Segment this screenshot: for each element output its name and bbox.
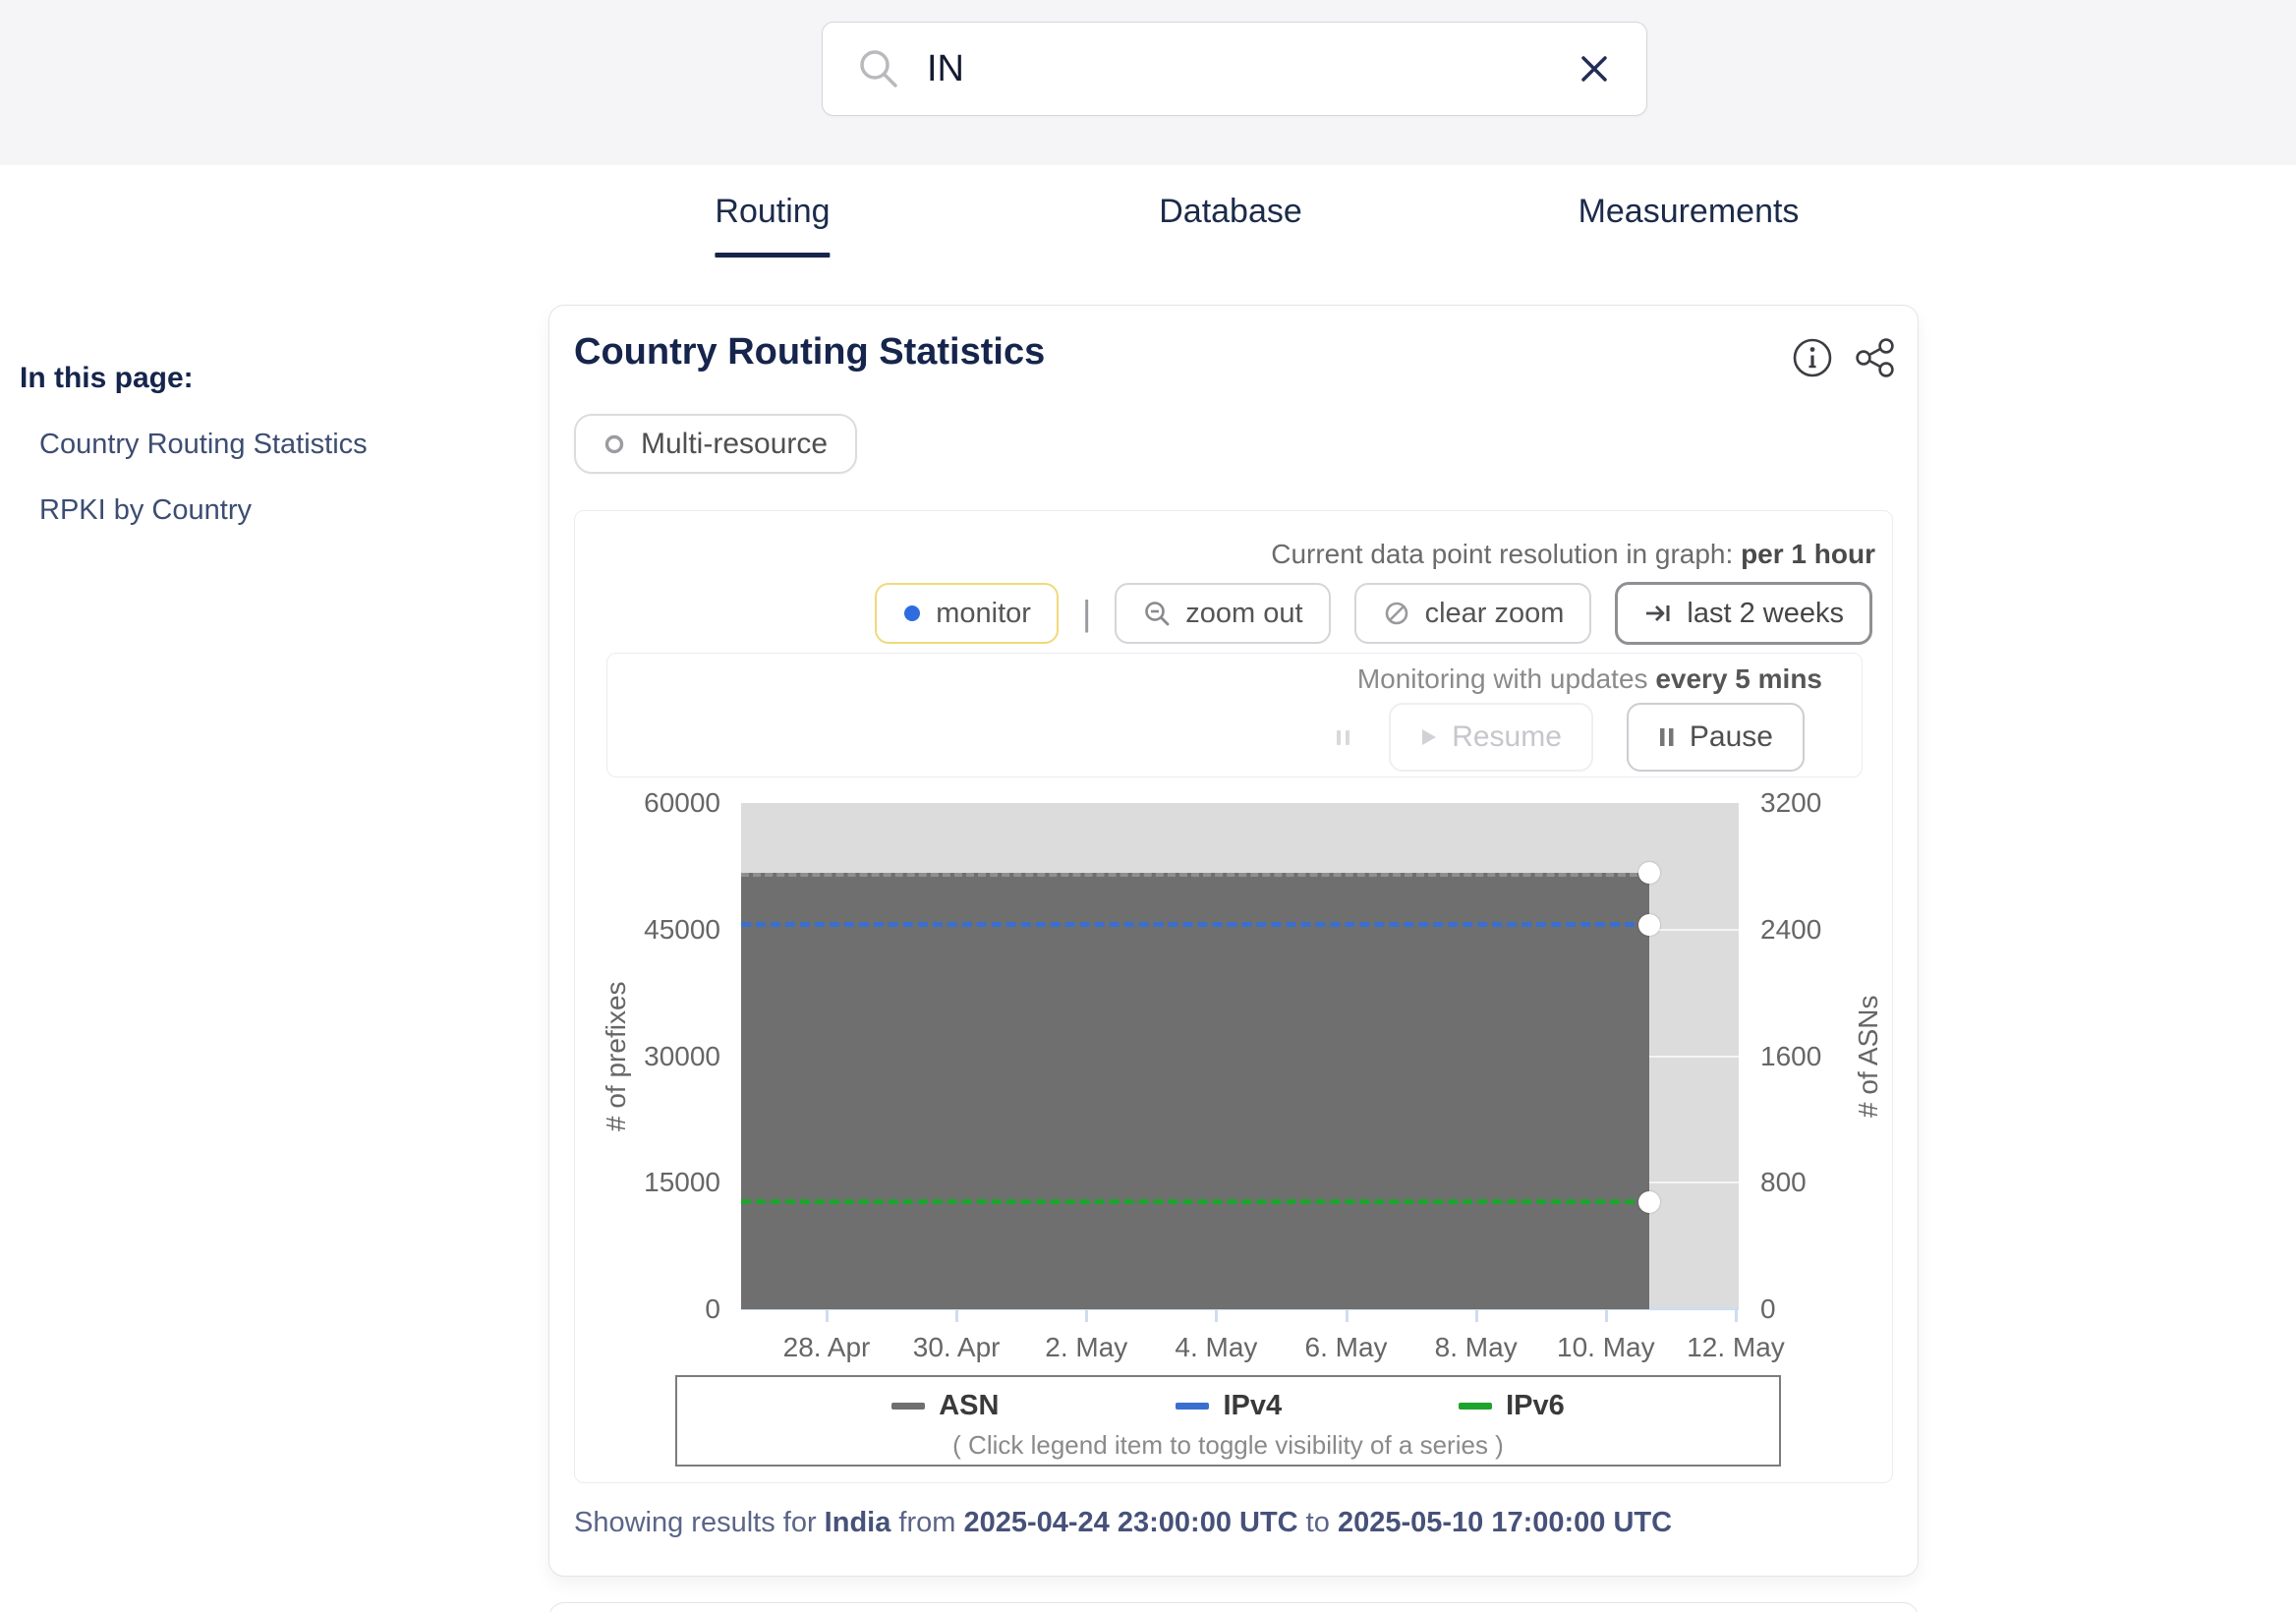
clear-search-icon[interactable] [1576,50,1613,87]
tab-routing-label: Routing [715,193,831,230]
monitoring-box: Monitoring with updates every 5 mins Res… [606,653,1863,777]
active-tab-underline [715,253,831,258]
top-bar: IN [0,0,2296,165]
x-tick [1474,1309,1478,1322]
resume-button[interactable]: Resume [1389,703,1593,772]
x-tick [1085,1309,1089,1322]
in-this-page-nav: In this page: Country Routing Statistics… [20,362,491,527]
legend-item-ipv6[interactable]: IPv6 [1459,1390,1565,1422]
asn-area [741,872,1649,1309]
tab-database[interactable]: Database [1159,193,1302,231]
arrow-to-end-icon [1646,605,1670,621]
ban-icon [1385,602,1407,625]
legend-swatch [891,1403,926,1410]
search-input[interactable]: IN [927,48,1576,90]
right-tick-label: 1600 [1760,1040,1822,1071]
left-tick-label: 45000 [644,913,720,945]
search-box[interactable]: IN [822,22,1647,116]
monitor-dot-icon [904,605,921,621]
x-tick [1734,1309,1738,1322]
last-2-weeks-button[interactable]: last 2 weeks [1615,582,1872,645]
page: IN Routing Database Measurements In this… [0,0,2296,1612]
mini-pause-icon [1337,729,1350,745]
monitoring-status: Monitoring with updates every 5 mins [1356,663,1822,694]
widget-title: Country Routing Statistics [574,331,1046,373]
multi-resource-label: Multi-resource [641,427,829,460]
search-icon [860,50,897,87]
country-routing-statistics-card: Country Routing Statistics Multi-resourc… [548,305,1919,1577]
ipv6-line [741,1198,1649,1204]
tab-measurements-label: Measurements [1578,193,1800,230]
widget-panel: Current data point resolution in graph: … [574,510,1893,1483]
legend-swatch [1459,1403,1493,1410]
pause-button[interactable]: Pause [1626,703,1805,772]
x-tick-label: 6. May [1304,1332,1388,1362]
legend-item-ipv4[interactable]: IPv4 [1176,1390,1282,1422]
resource-ring-icon [604,434,624,453]
ipv4-line [741,921,1649,927]
monitor-button[interactable]: monitor [875,583,1059,644]
sidebar-item-rpki-by-country[interactable]: RPKI by Country [20,494,491,527]
results-summary: Showing results for India from 2025-04-2… [574,1507,1673,1538]
clear-zoom-button[interactable]: clear zoom [1353,583,1592,644]
plot-area[interactable] [741,803,1739,1322]
tab-database-label: Database [1159,193,1302,230]
right-axis-ticks: 0 800 1600 2400 3200 [1760,787,1898,1324]
multi-resource-badge: Multi-resource [574,414,858,474]
x-tick [955,1309,959,1322]
x-tick-label: 12. May [1687,1332,1785,1362]
legend-label: IPv6 [1506,1390,1565,1421]
chart-legend: ASN IPv4 IPv6 ( Click legend item to toggl… [675,1375,1781,1467]
x-tick-label: 10. May [1557,1332,1655,1362]
zoom-out-icon [1145,602,1170,626]
toolbar-separator: | [1081,593,1092,633]
right-tick-label: 2400 [1760,913,1822,945]
x-tick-label: 28. Apr [782,1332,871,1362]
resolution-text: Current data point resolution in graph: … [1271,539,1875,569]
legend-label: ASN [939,1390,1000,1421]
in-this-page-heading: In this page: [20,362,194,394]
tab-routing[interactable]: Routing [715,193,831,258]
right-tick-label: 3200 [1760,787,1822,818]
sidebar-item-country-routing-statistics[interactable]: Country Routing Statistics [20,429,491,461]
x-tick-label: 30. Apr [912,1332,1001,1362]
zoom-out-button[interactable]: zoom out [1115,583,1331,644]
x-tick [825,1309,829,1322]
series-end-marker [1637,1190,1660,1213]
x-tick [1345,1309,1349,1322]
x-tick-label: 4. May [1175,1332,1258,1362]
legend-swatch [1176,1403,1210,1410]
left-tick-label: 0 [705,1294,720,1324]
left-tick-label: 15000 [644,1167,720,1198]
legend-note: ( Click legend item to toggle visibility… [952,1430,1504,1460]
legend-label: IPv4 [1223,1390,1283,1421]
legend-items: ASN IPv4 IPv6 [677,1390,1779,1422]
next-card-partial [548,1602,1919,1612]
x-tick-label: 2. May [1045,1332,1128,1362]
tab-measurements[interactable]: Measurements [1578,193,1800,231]
x-tick [1215,1309,1219,1322]
left-axis-ticks: 0 15000 30000 45000 60000 [575,787,720,1324]
pause-icon [1659,728,1674,746]
share-icon[interactable] [1853,335,1898,380]
play-icon [1422,729,1437,745]
right-tick-label: 800 [1760,1167,1807,1198]
x-tick-label: 8. May [1434,1332,1518,1362]
x-tick [1604,1309,1608,1322]
legend-item-asn[interactable]: ASN [891,1390,999,1422]
info-icon[interactable] [1790,335,1835,380]
series-end-marker [1637,913,1660,936]
tab-bar: Routing Database Measurements [0,193,2296,271]
series-end-marker [1637,861,1660,884]
left-tick-label: 30000 [644,1040,720,1071]
chart-toolbar: monitor | zoom out clear zoom last 2 wee… [875,582,1872,645]
right-tick-label: 0 [1760,1294,1776,1324]
left-tick-label: 60000 [644,787,720,818]
